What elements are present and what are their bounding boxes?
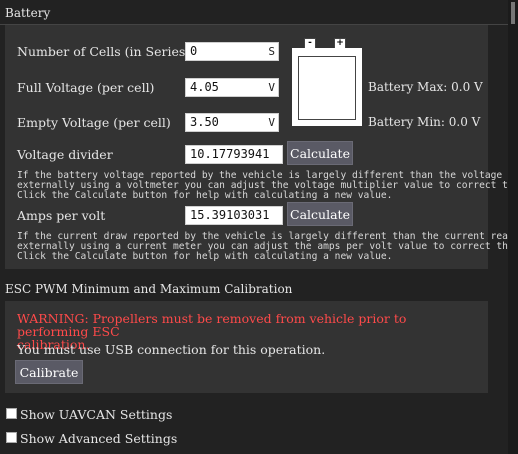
- cells-label: Number of Cells (in Series): [17, 44, 191, 59]
- voltage-divider-value: 10.17793941: [190, 147, 270, 161]
- full-voltage-value: 4.05: [190, 80, 219, 94]
- battery-max-readout: Battery Max: 0.0 V: [368, 80, 483, 94]
- battery-min-readout: Battery Min: 0.0 V: [368, 115, 481, 129]
- usb-note: You must use USB connection for this ope…: [17, 342, 326, 357]
- empty-voltage-unit: V: [268, 116, 275, 129]
- full-voltage-unit: V: [268, 81, 275, 94]
- amps-per-volt-calculate-button[interactable]: Calculate: [287, 202, 353, 226]
- advanced-label: Show Advanced Settings: [20, 431, 178, 446]
- battery-level-icon: [298, 56, 356, 120]
- uavcan-label: Show UAVCAN Settings: [20, 407, 173, 422]
- cells-unit: S: [268, 45, 275, 58]
- amps-per-volt-value: 15.39103031: [190, 208, 270, 222]
- full-voltage-label: Full Voltage (per cell): [17, 80, 155, 95]
- cells-input[interactable]: 0 S: [185, 42, 279, 61]
- esc-warning-line: WARNING: Propellers must be removed from…: [17, 311, 407, 339]
- uavcan-checkbox[interactable]: [6, 408, 17, 419]
- battery-section-title: Battery: [5, 6, 51, 20]
- amps-per-volt-help-line: Click the Calculate button for help with…: [17, 251, 393, 262]
- scrollbar-thumb[interactable]: [511, 2, 515, 24]
- voltage-divider-input[interactable]: 10.17793941: [185, 145, 283, 164]
- voltage-divider-help: If the battery voltage reported by the v…: [17, 171, 518, 201]
- amps-per-volt-label: Amps per volt: [17, 208, 106, 223]
- voltage-divider-calculate-button[interactable]: Calculate: [287, 141, 353, 165]
- full-voltage-input[interactable]: 4.05 V: [185, 78, 279, 97]
- esc-section-title: ESC PWM Minimum and Maximum Calibration: [5, 282, 293, 296]
- calibrate-button[interactable]: Calibrate: [15, 360, 83, 384]
- cells-value: 0: [190, 44, 198, 58]
- advanced-checkbox[interactable]: [6, 432, 17, 443]
- battery-icon: [292, 48, 362, 126]
- empty-voltage-label: Empty Voltage (per cell): [17, 115, 171, 130]
- scrollbar-track[interactable]: [508, 0, 518, 454]
- empty-voltage-value: 3.50: [190, 115, 219, 129]
- voltage-divider-label: Voltage divider: [17, 147, 113, 162]
- amps-per-volt-input[interactable]: 15.39103031: [185, 206, 283, 225]
- amps-per-volt-help: If the current draw reported by the vehi…: [17, 232, 518, 262]
- voltage-divider-help-line: Click the Calculate button for help with…: [17, 190, 393, 201]
- empty-voltage-input[interactable]: 3.50 V: [185, 113, 279, 132]
